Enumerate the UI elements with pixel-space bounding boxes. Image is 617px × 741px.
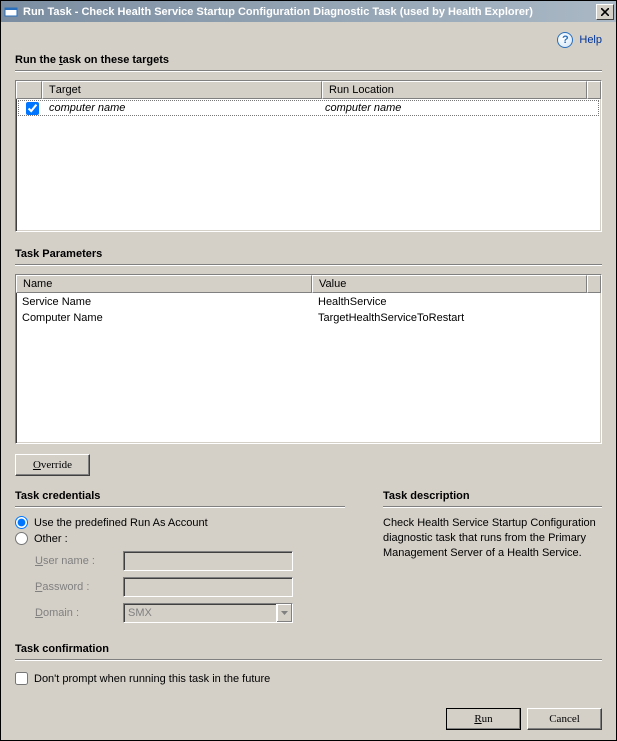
help-link[interactable]: Help <box>579 34 602 46</box>
col-value[interactable]: Value <box>312 275 587 293</box>
titlebar: Run Task - Check Health Service Startup … <box>1 1 616 22</box>
radio-other-input[interactable] <box>15 532 28 545</box>
domain-combo: SMX <box>123 603 293 623</box>
param-value: HealthService <box>314 296 390 308</box>
divider <box>15 70 602 72</box>
password-field <box>123 577 293 597</box>
target-name-cell: computer name <box>45 102 321 114</box>
divider <box>15 264 602 266</box>
col-run-location[interactable]: Run Location <box>322 81 587 99</box>
credentials-title: Task credentials <box>15 490 345 502</box>
divider <box>15 659 602 661</box>
targets-title: Run the task on these targets <box>15 54 602 66</box>
content-area: ? Help Run the task on these targets Tar… <box>1 22 616 740</box>
radio-other[interactable]: Other : <box>15 532 345 545</box>
table-row[interactable]: Computer Name TargetHealthServiceToResta… <box>18 310 599 326</box>
targets-list[interactable]: Target Run Location computer name comput… <box>15 80 602 232</box>
dialog-window: Run Task - Check Health Service Startup … <box>0 0 617 741</box>
help-icon[interactable]: ? <box>557 32 573 48</box>
description-title: Task description <box>383 490 602 502</box>
col-name[interactable]: Name <box>16 275 312 293</box>
dont-prompt-checkbox[interactable] <box>15 672 28 685</box>
target-checkbox[interactable] <box>26 102 39 115</box>
params-title: Task Parameters <box>15 248 602 260</box>
password-label: Password : <box>35 581 123 593</box>
credential-fields: User name : Password : Domain : SMX <box>35 551 345 623</box>
footer-buttons: Run Cancel <box>15 702 602 730</box>
col-checkbox[interactable] <box>16 81 42 99</box>
username-field <box>123 551 293 571</box>
description-text: Check Health Service Startup Configurati… <box>383 516 602 561</box>
params-header: Name Value <box>16 275 601 293</box>
divider <box>15 506 345 508</box>
targets-header: Target Run Location <box>16 81 601 99</box>
app-icon <box>3 4 19 20</box>
cancel-button[interactable]: Cancel <box>527 708 602 730</box>
params-rows: Service Name HealthService Computer Name… <box>16 293 601 443</box>
username-label: User name : <box>35 555 123 567</box>
radio-predefined-input[interactable] <box>15 516 28 529</box>
radio-predefined[interactable]: Use the predefined Run As Account <box>15 516 345 529</box>
help-row: ? Help <box>15 32 602 48</box>
params-list[interactable]: Name Value Service Name HealthService Co… <box>15 274 602 444</box>
close-icon <box>601 8 609 16</box>
param-value: TargetHealthServiceToRestart <box>314 312 468 324</box>
chevron-down-icon <box>276 604 292 622</box>
credentials-description-row: Task credentials Use the predefined Run … <box>15 490 602 629</box>
close-button[interactable] <box>596 4 614 20</box>
dont-prompt-checkbox-row[interactable]: Don't prompt when running this task in t… <box>15 672 602 685</box>
target-location-cell: computer name <box>321 102 405 114</box>
run-button[interactable]: Run <box>446 708 521 730</box>
confirmation-title: Task confirmation <box>15 643 602 655</box>
targets-rows: computer name computer name <box>16 99 601 231</box>
table-row[interactable]: Service Name HealthService <box>18 294 599 310</box>
divider <box>383 506 602 508</box>
domain-label: Domain : <box>35 607 123 619</box>
param-name: Computer Name <box>18 312 314 324</box>
window-title: Run Task - Check Health Service Startup … <box>23 6 596 18</box>
param-name: Service Name <box>18 296 314 308</box>
override-button[interactable]: Override <box>15 454 90 476</box>
col-target[interactable]: Target <box>42 81 322 99</box>
table-row[interactable]: computer name computer name <box>18 100 599 116</box>
